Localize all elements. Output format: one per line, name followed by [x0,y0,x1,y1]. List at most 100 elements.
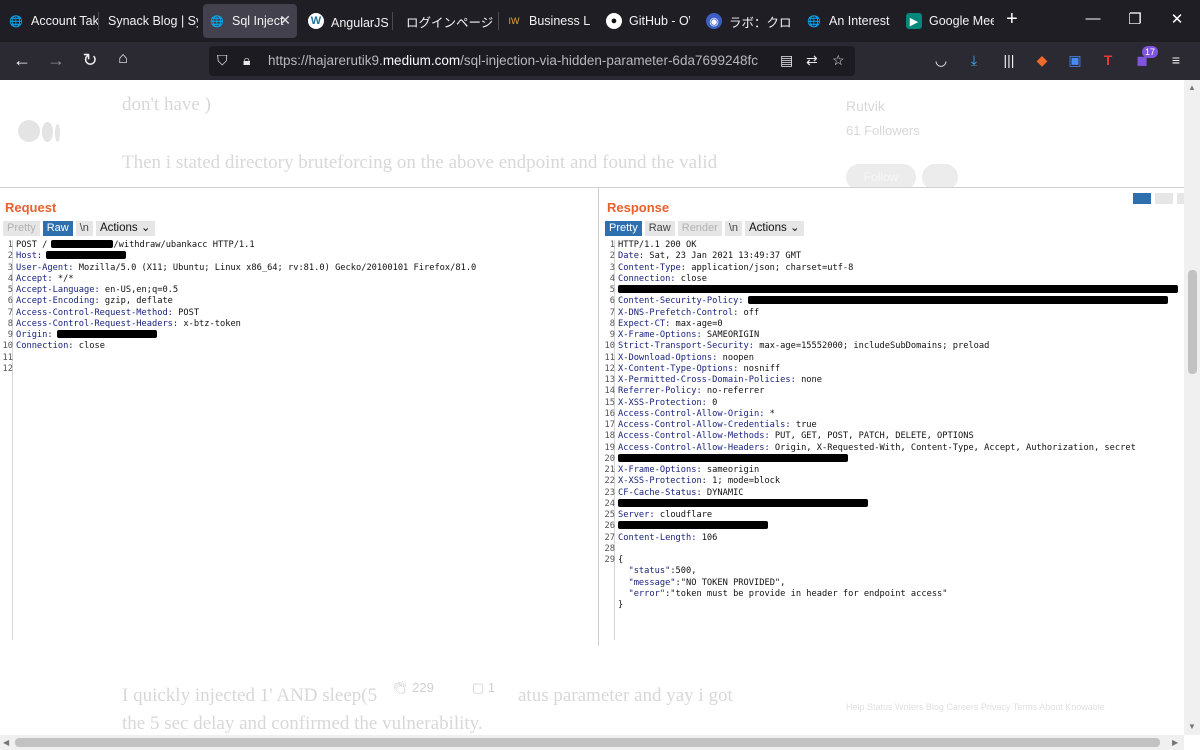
horizontal-scrollbar[interactable]: ◀ ▶ [0,735,1184,750]
reader-view-icon[interactable]: ▤ [780,52,793,69]
line-number: 18 [604,431,615,442]
lock-icon[interactable]: 🔒︎ [243,52,250,69]
tab-github[interactable]: ●GitHub - OW [606,4,690,38]
json-value: :500, [670,566,697,577]
pretty-button[interactable]: Pretty [3,221,40,236]
chevron-down-icon: ⌄ [140,222,151,234]
code-line: "status":500, [604,566,1178,577]
code-line: 1 POST / /withdraw/ubankacc HTTP/1.1 [2,240,476,251]
burp-screenshot: Request Pretty Raw \n Actions ⌄ 1 POST / /… [0,187,1200,646]
line-number: 2 [7,251,13,262]
header-value: none [795,375,822,385]
line-number: 28 [604,543,615,554]
pretty-button[interactable]: Pretty [605,221,642,236]
response-pane: Response Pretty Raw Render \n Actions ⌄ … [598,188,1200,646]
translate-icon[interactable]: ⇄ [806,52,818,69]
line-number: 10 [604,341,615,352]
vertical-scroll-thumb[interactable] [1188,270,1197,374]
scroll-up-arrow[interactable]: ▲ [1188,83,1196,92]
line-number: 3 [7,262,13,273]
header-name: CF-Cache-Status: [618,487,702,498]
code-line: 2 Date: Sat, 23 Jan 2021 13:49:37 GMT [604,251,1178,262]
reload-button[interactable]: ↻ [78,50,102,71]
vertical-scrollbar[interactable]: ▲ ▼ [1184,80,1200,735]
tab-google-meet[interactable]: ▶ Google Mee [906,4,994,38]
downloads-icon[interactable]: ⤓ [963,52,985,69]
tab-account-takeover[interactable]: 🌐 Account Tak [8,4,98,38]
code-line: 20 [604,453,1178,465]
actions-dropdown[interactable]: Actions ⌄ [95,221,155,236]
header-name: Expect-CT: [618,318,671,329]
extension-t-icon[interactable]: T [1097,52,1119,68]
bookmark-star-icon[interactable]: ☆ [832,52,845,69]
raw-button[interactable]: Raw [42,221,73,236]
newline-toggle[interactable]: \n [75,221,93,236]
horizontal-view-icon[interactable] [1155,193,1173,204]
actions-dropdown[interactable]: Actions ⌄ [745,221,804,236]
line-number: 8 [609,318,615,329]
header-name: X-Frame-Options: [618,465,702,475]
scroll-down-arrow[interactable]: ▼ [1188,722,1196,731]
shield-icon[interactable]: ⛉ [217,52,228,69]
header-value: cloudflare [654,510,713,520]
back-button[interactable]: ← [10,50,34,71]
extension-fox-icon[interactable]: ◆ [1031,52,1053,69]
address-bar[interactable]: ⛉ 🔒︎ https://hajarerutik9.medium.com/sql… [209,46,855,76]
navigation-toolbar: ← → ↻ ⌂ ⛉ 🔒︎ https://hajarerutik9.medium… [0,42,1200,80]
header-value: PUT, GET, POST, PATCH, DELETE, OPTIONS [769,431,974,442]
maximize-button[interactable]: ❐ [1120,10,1150,28]
medium-logo[interactable] [18,120,60,147]
close-tab-icon[interactable]: ✕ [279,12,291,29]
author-followers: 61 Followers [846,123,920,138]
comment-icon: ▢ [472,680,485,695]
close-window-button[interactable]: ✕ [1162,10,1192,28]
home-button[interactable]: ⌂ [111,50,135,68]
redaction-bar [747,296,1168,305]
newline-toggle[interactable]: \n [724,221,743,236]
header-value: Sat, 23 Jan 2021 13:49:37 GMT [644,251,802,262]
new-tab-button[interactable]: + [1006,8,1018,31]
pocket-icon[interactable]: ◡ [930,52,952,69]
menu-icon[interactable]: ≡ [1165,52,1187,68]
tab-business-logic[interactable]: IWBusiness Lo [506,4,591,38]
code-line: 7 Access-Control-Request-Method: POST [2,308,476,319]
horizontal-scroll-thumb[interactable] [15,738,1160,747]
author-name[interactable]: Rutvik [846,98,885,114]
code-line: 28 [604,544,1178,555]
scroll-right-arrow[interactable]: ▶ [1172,738,1178,747]
clap-button[interactable]: 👏︎ 229 [392,680,434,696]
responses-button[interactable]: ▢ 1 [472,680,495,696]
code-line: 4 Accept: */* [2,274,476,285]
extension-translate-icon[interactable]: ▣ [1064,52,1086,69]
header-value: Origin, X-Requested-With, Content-Type, … [769,442,1136,453]
code-line: 8 Expect-CT: max-age=0 [604,319,1178,330]
header-name: Server: [618,510,655,520]
render-button[interactable]: Render [677,221,722,236]
split-view-icon[interactable] [1133,193,1151,204]
raw-button[interactable]: Raw [644,221,675,236]
line-number: 8 [7,318,13,329]
line-number: 7 [7,307,13,318]
redaction-bar [618,498,868,507]
scroll-left-arrow[interactable]: ◀ [3,738,9,747]
line-number: 11 [604,352,615,363]
header-name: Access-Control-Allow-Origin: [618,408,765,419]
article-text-top: don't have ) [122,94,211,115]
tab-login-page[interactable]: ログインページ [406,4,494,38]
forward-button[interactable]: → [44,50,68,71]
header-value: close [675,273,707,284]
tab-sql-injection[interactable]: 🌐 Sql Inject ✕ [203,4,297,38]
line-number: 26 [604,521,615,532]
minimize-button[interactable]: — [1078,10,1108,27]
header-name: X-Content-Type-Options: [618,363,739,374]
line-number: 7 [609,307,615,318]
code-line: 8 Access-Control-Request-Headers: x-btz-t… [2,319,476,330]
tab-angularjs[interactable]: WAngularJSク [308,4,388,38]
code-line: 24 [604,498,1178,510]
url-text[interactable]: https://hajarerutik9.medium.com/sql-inje… [268,53,758,68]
tab-an-interesting[interactable]: 🌐 An Interesti [806,4,890,38]
tab-synack-blog[interactable]: Synack Blog | Sy [108,4,198,38]
tab-portswigger-lab[interactable]: ◉ラボ：クロスサ [706,4,790,38]
request-toolbar: Pretty Raw \n Actions ⌄ [3,221,155,236]
library-icon[interactable]: ||| [998,52,1020,68]
